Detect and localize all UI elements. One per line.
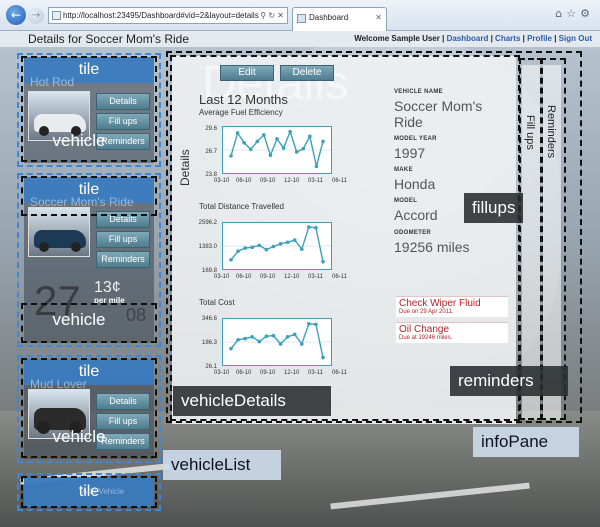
tile-outline <box>21 176 157 216</box>
nav-link-sign-out[interactable]: Sign Out <box>559 34 592 43</box>
page-header: Details for Soccer Mom's Ride Welcome Sa… <box>0 31 600 47</box>
user-nav: Welcome Sample User | Dashboard | Charts… <box>354 34 592 43</box>
welcome-text: Welcome Sample User <box>354 34 440 43</box>
tab-title: Dashboard <box>309 13 349 22</box>
page-title: Details for Soccer Mom's Ride <box>28 32 190 46</box>
tile-outline <box>21 476 157 508</box>
vehicle-list-label: vehicleList <box>163 450 281 480</box>
nav-link-charts[interactable]: Charts <box>495 34 520 43</box>
home-icon[interactable]: ⌂ <box>555 7 566 20</box>
toolbar-icons: ⌂☆⚙ <box>555 7 594 20</box>
info-pane-label: infoPane <box>473 427 579 457</box>
page-icon <box>52 11 61 20</box>
address-bar[interactable]: http://localhost:23495/Dashboard#vid=2&l… <box>48 7 288 24</box>
close-icon[interactable]: ✕ <box>375 8 382 28</box>
fillups-label: fillups <box>464 193 524 223</box>
tile-outline <box>21 358 157 458</box>
tab-dashboard[interactable]: Dashboard ✕ <box>292 7 387 31</box>
tab-icon <box>297 14 306 23</box>
back-arrow-icon[interactable]: ← <box>6 5 26 25</box>
tile-outline <box>21 303 157 343</box>
reminders-label: reminders <box>450 366 568 396</box>
vehicle-details-label: vehicleDetails <box>173 386 331 416</box>
nav-link-profile[interactable]: Profile <box>527 34 552 43</box>
gear-icon[interactable]: ⚙ <box>580 7 594 20</box>
search-icon[interactable]: ⚲ ↻ ✕ <box>260 8 284 23</box>
address-url: http://localhost:23495/Dashboard#vid=2&l… <box>63 11 259 20</box>
page: Details for Soccer Mom's Ride Welcome Sa… <box>0 31 600 527</box>
star-icon[interactable]: ☆ <box>566 7 580 20</box>
tile-outline <box>21 56 157 162</box>
nav-link-dashboard[interactable]: Dashboard <box>447 34 489 43</box>
browser-chrome: ← → http://localhost:23495/Dashboard#vid… <box>0 0 600 31</box>
forward-arrow-icon[interactable]: → <box>28 8 44 24</box>
